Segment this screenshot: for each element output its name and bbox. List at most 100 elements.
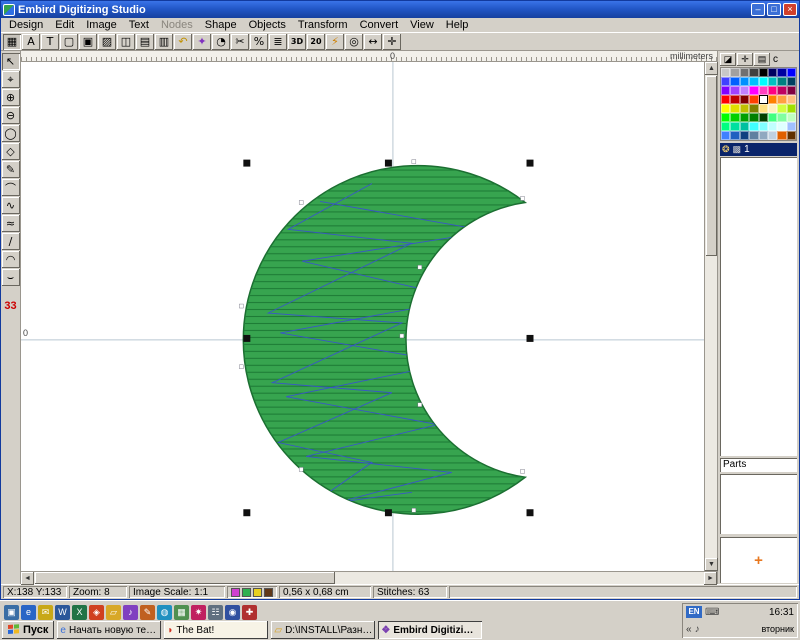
handle-top-right[interactable] bbox=[527, 160, 534, 167]
palette-cell[interactable] bbox=[768, 131, 777, 140]
palette-cell[interactable] bbox=[759, 68, 768, 77]
palette-cell[interactable] bbox=[777, 131, 786, 140]
palette-cell[interactable] bbox=[721, 122, 730, 131]
palette-cell[interactable] bbox=[768, 122, 777, 131]
horizontal-scrollbar[interactable]: ◄ ► bbox=[21, 571, 717, 584]
palette-cell[interactable] bbox=[759, 113, 768, 122]
toolbar-button[interactable]: ◔ bbox=[212, 34, 230, 50]
palette-cell[interactable] bbox=[777, 122, 786, 131]
palette-cell[interactable] bbox=[768, 113, 777, 122]
palette-tool-button[interactable]: ✛ bbox=[737, 53, 753, 66]
palette-cell[interactable] bbox=[787, 104, 796, 113]
quick-launch-icon[interactable]: ✉ bbox=[38, 605, 53, 620]
toolbar-button[interactable]: A bbox=[22, 34, 40, 50]
vertical-scroll-thumb[interactable] bbox=[706, 76, 717, 256]
toolbar-button[interactable]: ◎ bbox=[345, 34, 363, 50]
palette-cell[interactable] bbox=[768, 104, 777, 113]
palette-cell[interactable] bbox=[721, 68, 730, 77]
toolbar-button[interactable]: ◫ bbox=[117, 34, 135, 50]
palette-cell[interactable] bbox=[730, 104, 739, 113]
handle-top-mid[interactable] bbox=[385, 160, 392, 167]
parts-list[interactable] bbox=[720, 474, 797, 534]
left-tool-button[interactable]: ✎ bbox=[2, 161, 20, 178]
quick-launch-icon[interactable]: ◈ bbox=[89, 605, 104, 620]
tray-collapse-chevron[interactable]: « bbox=[686, 624, 692, 635]
toolbar-button[interactable]: ▥ bbox=[155, 34, 173, 50]
handle-bottom-mid[interactable] bbox=[385, 509, 392, 516]
menu-item[interactable]: Edit bbox=[49, 18, 80, 32]
toolbar-button[interactable]: ≣ bbox=[269, 34, 287, 50]
close-button[interactable]: × bbox=[783, 3, 797, 16]
toolbar-button[interactable]: ▦ bbox=[3, 34, 21, 50]
left-tool-button[interactable]: ◠ bbox=[2, 251, 20, 268]
left-tool-button[interactable]: ◇ bbox=[2, 143, 20, 160]
toolbar-button[interactable]: % bbox=[250, 34, 268, 50]
palette-cell[interactable] bbox=[768, 95, 777, 104]
handle-mid-right[interactable] bbox=[527, 335, 534, 342]
handle-bottom-left[interactable] bbox=[243, 509, 250, 516]
palette-tool-button[interactable]: ▤ bbox=[754, 53, 770, 66]
layer-visibility-icon[interactable]: ❂ bbox=[722, 144, 730, 155]
quick-launch-icon[interactable]: W bbox=[55, 605, 70, 620]
left-tool-button[interactable]: ⌒ bbox=[2, 179, 20, 196]
quick-launch-icon[interactable]: ☷ bbox=[208, 605, 223, 620]
palette-cell[interactable] bbox=[759, 122, 768, 131]
palette-cell[interactable] bbox=[759, 86, 768, 95]
task-button[interactable]: eНачать новую тему :: В... bbox=[57, 621, 161, 639]
palette-cell[interactable] bbox=[721, 95, 730, 104]
palette-cell[interactable] bbox=[749, 131, 758, 140]
toolbar-button[interactable]: ▨ bbox=[98, 34, 116, 50]
palette-cell[interactable] bbox=[787, 77, 796, 86]
palette-cell[interactable] bbox=[787, 95, 796, 104]
quick-launch-icon[interactable]: ✎ bbox=[140, 605, 155, 620]
horizontal-scroll-thumb[interactable] bbox=[35, 572, 335, 584]
menu-item[interactable]: Convert bbox=[354, 18, 405, 32]
quick-launch-icon[interactable]: ✷ bbox=[191, 605, 206, 620]
palette-cell[interactable] bbox=[740, 113, 749, 122]
palette-cell[interactable] bbox=[787, 113, 796, 122]
quick-launch-icon[interactable]: ▦ bbox=[174, 605, 189, 620]
menu-item[interactable]: Image bbox=[80, 18, 123, 32]
left-tool-button[interactable]: ◯ bbox=[2, 125, 20, 142]
palette-cell[interactable] bbox=[749, 113, 758, 122]
palette-cell[interactable] bbox=[749, 77, 758, 86]
palette-cell[interactable] bbox=[740, 95, 749, 104]
left-tool-button[interactable]: ∕ bbox=[2, 233, 20, 250]
palette-cell[interactable] bbox=[777, 86, 786, 95]
layer-row-selected[interactable]: ❂ ▩ 1 bbox=[720, 143, 797, 156]
toolbar-button[interactable]: ⚡ bbox=[326, 34, 344, 50]
palette-cell[interactable] bbox=[777, 68, 786, 77]
maximize-button[interactable]: □ bbox=[767, 3, 781, 16]
palette-cell[interactable] bbox=[730, 95, 739, 104]
task-button[interactable]: ▱D:\INSTALL\Разное\Embird bbox=[271, 621, 375, 639]
crescent-object[interactable] bbox=[239, 160, 525, 515]
menu-item[interactable]: View bbox=[404, 18, 440, 32]
quick-launch-icon[interactable]: ♪ bbox=[123, 605, 138, 620]
minimize-button[interactable]: – bbox=[751, 3, 765, 16]
toolbar-button[interactable]: 20 bbox=[307, 34, 325, 50]
volume-tray-icon[interactable]: ♪ bbox=[695, 624, 700, 635]
status-mode-icon[interactable] bbox=[242, 588, 251, 597]
palette-cell[interactable] bbox=[768, 77, 777, 86]
toolbar-button[interactable]: ✛ bbox=[383, 34, 401, 50]
left-tool-button[interactable]: ≈ bbox=[2, 215, 20, 232]
palette-cell[interactable] bbox=[749, 104, 758, 113]
toolbar-button[interactable]: ✂ bbox=[231, 34, 249, 50]
menu-item[interactable]: Help bbox=[440, 18, 475, 32]
status-mode-icon[interactable] bbox=[231, 588, 240, 597]
palette-cell[interactable] bbox=[740, 122, 749, 131]
palette-cell[interactable] bbox=[768, 86, 777, 95]
menu-item[interactable]: Text bbox=[123, 18, 155, 32]
palette-cell[interactable] bbox=[749, 68, 758, 77]
palette-cell[interactable] bbox=[787, 131, 796, 140]
toolbar-button[interactable]: ↔ bbox=[364, 34, 382, 50]
palette-cell[interactable] bbox=[730, 86, 739, 95]
handle-mid-left[interactable] bbox=[243, 335, 250, 342]
palette-cell[interactable] bbox=[721, 113, 730, 122]
left-tool-button[interactable]: ⊕ bbox=[2, 89, 20, 106]
quick-launch-icon[interactable]: e bbox=[21, 605, 36, 620]
menu-item[interactable]: Transform bbox=[292, 18, 354, 32]
left-tool-button[interactable]: ⊖ bbox=[2, 107, 20, 124]
palette-cell[interactable] bbox=[730, 131, 739, 140]
left-tool-button[interactable]: ↖ bbox=[2, 53, 20, 70]
